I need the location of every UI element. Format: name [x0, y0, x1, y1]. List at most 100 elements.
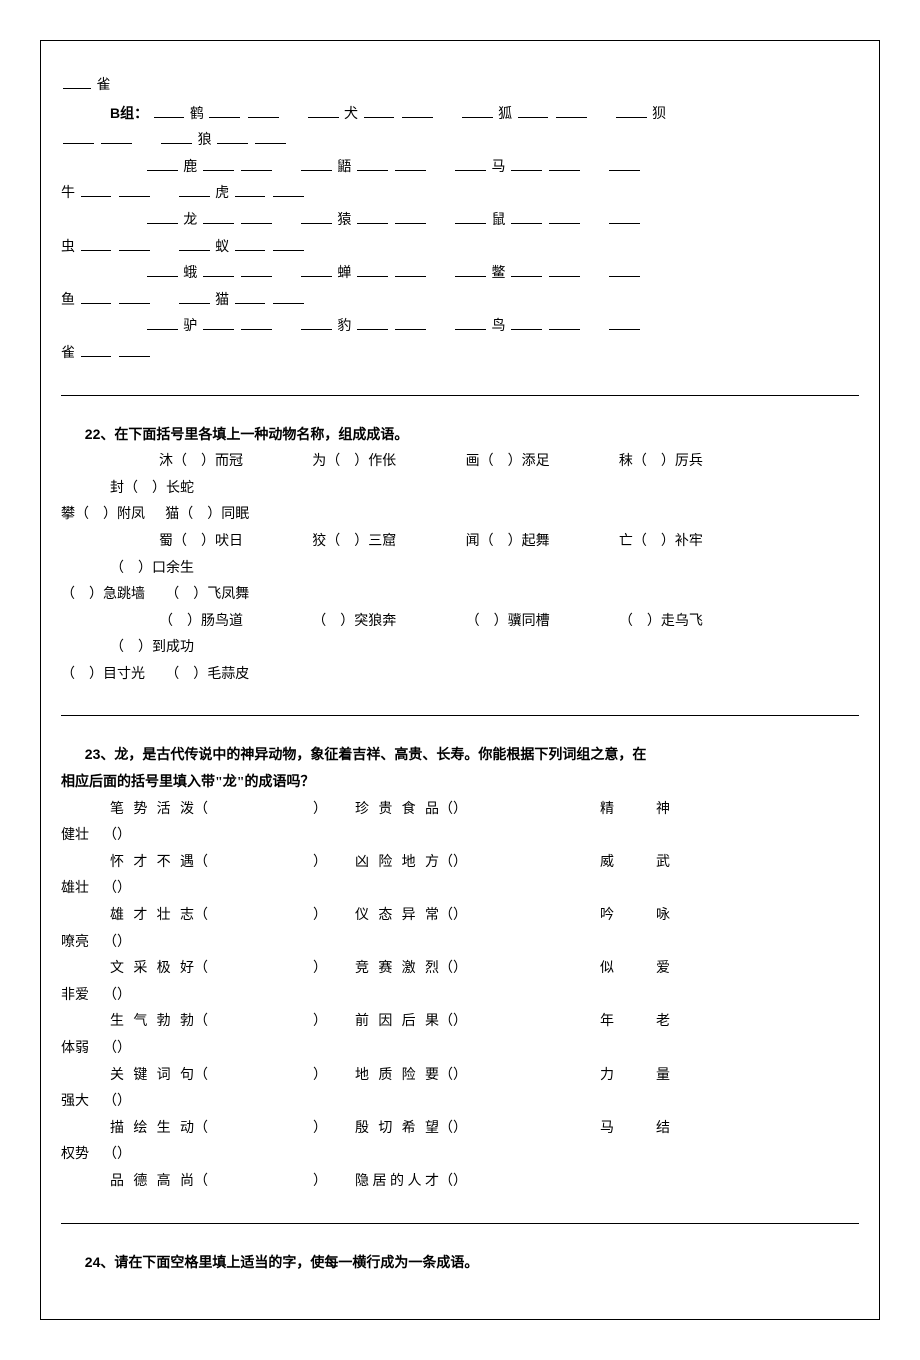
q22-item[interactable]: 亡（ ）补牢	[570, 529, 703, 556]
blank[interactable]	[273, 237, 304, 251]
q22-item[interactable]: （ ）口余生	[61, 556, 194, 583]
blank[interactable]	[395, 157, 426, 171]
blank[interactable]	[357, 263, 388, 277]
q22-item[interactable]: （ ）走乌飞	[570, 609, 703, 636]
blank[interactable]	[248, 104, 279, 118]
blank[interactable]	[203, 263, 234, 277]
q23-answer-paren[interactable]: （）	[439, 956, 572, 983]
q23-answer-paren[interactable]: （）	[194, 1169, 327, 1196]
blank[interactable]	[235, 237, 266, 251]
blank[interactable]	[241, 210, 272, 224]
blank[interactable]	[518, 104, 549, 118]
blank[interactable]	[357, 316, 388, 330]
blank[interactable]	[119, 290, 150, 304]
q23-answer-paren[interactable]: （）	[439, 1169, 572, 1196]
blank[interactable]	[203, 210, 234, 224]
q22-item[interactable]: （ ）飞凤舞	[165, 582, 249, 609]
blank[interactable]	[395, 210, 426, 224]
blank[interactable]	[511, 157, 542, 171]
blank[interactable]	[217, 130, 248, 144]
blank[interactable]	[179, 183, 210, 197]
blank[interactable]	[161, 130, 192, 144]
blank[interactable]	[556, 104, 587, 118]
blank[interactable]	[511, 316, 542, 330]
blank[interactable]	[609, 157, 640, 171]
q22-item[interactable]: （ ）目寸光	[61, 662, 145, 689]
blank[interactable]	[455, 316, 486, 330]
blank[interactable]	[455, 157, 486, 171]
blank[interactable]	[63, 130, 94, 144]
blank[interactable]	[147, 263, 178, 277]
q23-answer-paren[interactable]: （）	[439, 1063, 572, 1090]
q23-answer-paren[interactable]: （）	[194, 1009, 327, 1036]
q23-answer-paren[interactable]: （）	[194, 1116, 327, 1143]
q22-item[interactable]: 秣（ ）厉兵	[570, 449, 703, 476]
q22-item[interactable]: （ ）突狼奔	[263, 609, 396, 636]
blank[interactable]	[455, 210, 486, 224]
q22-item[interactable]: 狡（ ）三窟	[263, 529, 396, 556]
q23-answer-paren[interactable]: （）	[103, 983, 215, 1010]
q22-item[interactable]: （ ）毛蒜皮	[165, 662, 249, 689]
q23-answer-paren[interactable]: （）	[103, 876, 215, 903]
q22-item[interactable]: 攀（ ）附凤	[61, 502, 145, 529]
blank[interactable]	[147, 316, 178, 330]
q23-answer-paren[interactable]: （）	[103, 1142, 215, 1169]
blank[interactable]	[81, 237, 112, 251]
q22-item[interactable]: 为（ ）作伥	[263, 449, 396, 476]
q23-answer-paren[interactable]: （）	[103, 823, 215, 850]
q23-answer-paren[interactable]: （）	[439, 850, 572, 877]
q23-answer-paren[interactable]: （）	[194, 850, 327, 877]
blank[interactable]	[101, 130, 132, 144]
blank[interactable]	[308, 104, 339, 118]
q23-answer-paren[interactable]: （）	[439, 1009, 572, 1036]
q22-item[interactable]: （ ）到成功	[61, 635, 194, 662]
blank[interactable]	[203, 316, 234, 330]
q23-answer-paren[interactable]: （）	[103, 1036, 215, 1063]
blank[interactable]	[119, 183, 150, 197]
blank[interactable]	[209, 104, 240, 118]
blank[interactable]	[81, 183, 112, 197]
blank[interactable]	[203, 157, 234, 171]
blank[interactable]	[241, 263, 272, 277]
blank[interactable]	[609, 263, 640, 277]
blank[interactable]	[154, 104, 185, 118]
q22-item[interactable]: （ ）肠鸟道	[110, 609, 243, 636]
blank[interactable]	[301, 263, 332, 277]
blank[interactable]	[549, 316, 580, 330]
blank[interactable]	[301, 316, 332, 330]
blank[interactable]	[179, 290, 210, 304]
blank[interactable]	[81, 290, 112, 304]
blank[interactable]	[511, 263, 542, 277]
blank[interactable]	[147, 157, 178, 171]
blank[interactable]	[235, 183, 266, 197]
blank[interactable]	[357, 157, 388, 171]
blank[interactable]	[364, 104, 395, 118]
blank[interactable]	[119, 237, 150, 251]
q22-item[interactable]: 猫（ ）同眠	[165, 502, 249, 529]
q22-item[interactable]: 沐（ ）而冠	[110, 449, 243, 476]
q22-item[interactable]: 闻（ ）起舞	[417, 529, 550, 556]
blank[interactable]	[395, 316, 426, 330]
blank[interactable]	[549, 157, 580, 171]
blank[interactable]	[549, 263, 580, 277]
blank[interactable]	[609, 210, 640, 224]
q22-item[interactable]: 画（ ）添足	[417, 449, 550, 476]
blank[interactable]	[301, 210, 332, 224]
q23-answer-paren[interactable]: （）	[194, 903, 327, 930]
q23-answer-paren[interactable]: （）	[439, 903, 572, 930]
blank[interactable]	[255, 130, 286, 144]
blank[interactable]	[402, 104, 433, 118]
blank[interactable]	[395, 263, 426, 277]
blank[interactable]	[273, 183, 304, 197]
q23-answer-paren[interactable]: （）	[439, 1116, 572, 1143]
q23-answer-paren[interactable]: （）	[194, 797, 327, 824]
blank[interactable]	[301, 157, 332, 171]
q23-answer-paren[interactable]: （）	[103, 930, 215, 957]
blank[interactable]	[616, 104, 647, 118]
blank[interactable]	[609, 316, 640, 330]
blank[interactable]	[235, 290, 266, 304]
q23-answer-paren[interactable]: （）	[103, 1089, 215, 1116]
blank[interactable]	[241, 316, 272, 330]
q22-item[interactable]: （ ）骥同槽	[417, 609, 550, 636]
blank[interactable]	[81, 343, 112, 357]
